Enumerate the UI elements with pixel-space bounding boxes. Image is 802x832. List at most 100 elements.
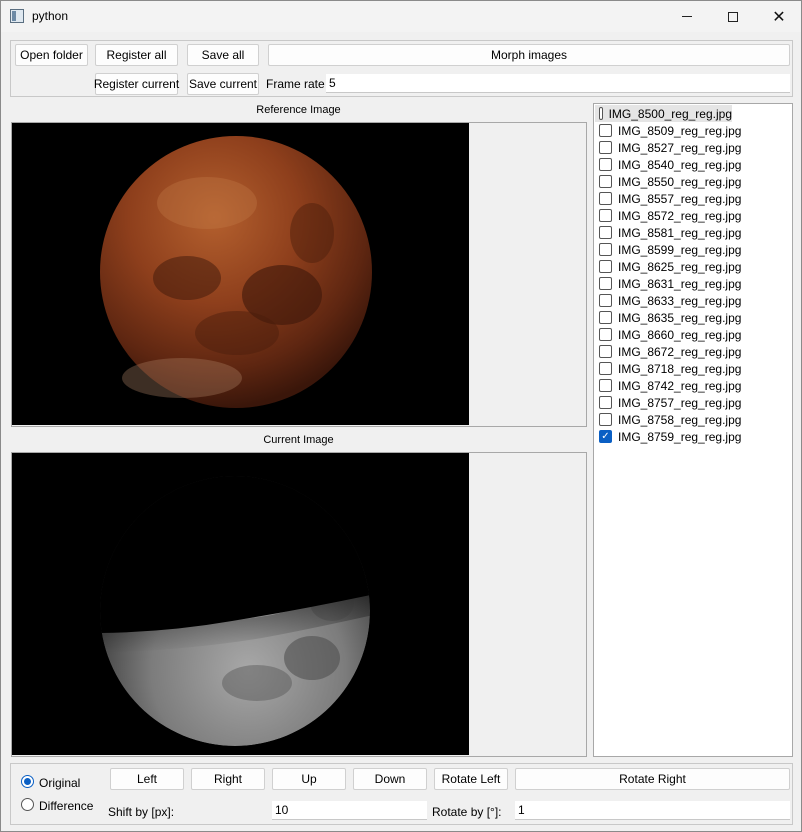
morph-images-button[interactable]: Morph images [268, 44, 790, 66]
file-checkbox[interactable]: ✓ [599, 430, 612, 443]
file-name: IMG_8660_reg_reg.jpg [618, 327, 742, 342]
right-button[interactable]: Right [191, 768, 265, 790]
open-folder-button[interactable]: Open folder [15, 44, 88, 66]
file-checkbox[interactable] [599, 345, 612, 358]
file-name: IMG_8572_reg_reg.jpg [618, 208, 742, 223]
file-name: IMG_8527_reg_reg.jpg [618, 140, 742, 155]
file-name: IMG_8742_reg_reg.jpg [618, 378, 742, 393]
list-item[interactable]: IMG_8718_reg_reg.jpg [595, 360, 741, 377]
list-item[interactable]: IMG_8633_reg_reg.jpg [595, 292, 741, 309]
file-checkbox[interactable] [599, 294, 612, 307]
file-name: IMG_8759_reg_reg.jpg [618, 429, 742, 444]
rotate-by-input[interactable]: 1 [515, 801, 790, 820]
file-checkbox[interactable] [599, 124, 612, 137]
reference-moon-image [12, 123, 469, 425]
file-name: IMG_8557_reg_reg.jpg [618, 191, 742, 206]
list-item[interactable]: IMG_8509_reg_reg.jpg [595, 122, 741, 139]
rotate-by-label: Rotate by [°]: [432, 805, 502, 819]
maximize-icon [728, 11, 738, 22]
file-name: IMG_8718_reg_reg.jpg [618, 361, 742, 376]
up-button[interactable]: Up [272, 768, 346, 790]
maximize-button[interactable] [710, 1, 756, 32]
file-checkbox[interactable] [599, 107, 603, 120]
file-name: IMG_8625_reg_reg.jpg [618, 259, 742, 274]
reference-image-title: Reference Image [256, 104, 341, 116]
file-name: IMG_8757_reg_reg.jpg [618, 395, 742, 410]
close-button[interactable]: ✕ [756, 1, 802, 32]
file-checkbox[interactable] [599, 226, 612, 239]
list-item[interactable]: IMG_8500_reg_reg.jpg [595, 105, 732, 122]
main-window: python ✕ Open folder Register all Save a… [0, 0, 802, 832]
current-image-frame [11, 452, 587, 757]
file-name: IMG_8672_reg_reg.jpg [618, 344, 742, 359]
list-item[interactable]: IMG_8527_reg_reg.jpg [595, 139, 741, 156]
register-current-button[interactable]: Register current [94, 73, 179, 95]
register-all-button[interactable]: Register all [95, 44, 178, 66]
list-item[interactable]: IMG_8572_reg_reg.jpg [595, 207, 741, 224]
current-moon-image [12, 453, 469, 755]
list-item[interactable]: IMG_8635_reg_reg.jpg [595, 309, 741, 326]
file-checkbox[interactable] [599, 141, 612, 154]
window-title: python [32, 9, 69, 23]
close-icon: ✕ [772, 8, 786, 26]
file-name: IMG_8509_reg_reg.jpg [618, 123, 742, 138]
list-item[interactable]: IMG_8540_reg_reg.jpg [595, 156, 741, 173]
file-checkbox[interactable] [599, 277, 612, 290]
list-item[interactable]: IMG_8550_reg_reg.jpg [595, 173, 741, 190]
controls-group: Original Difference Left Right Up Down R… [10, 763, 793, 825]
file-name: IMG_8633_reg_reg.jpg [618, 293, 742, 308]
rotate-right-button[interactable]: Rotate Right [515, 768, 790, 790]
file-checkbox[interactable] [599, 175, 612, 188]
file-list[interactable]: IMG_8500_reg_reg.jpg IMG_8509_reg_reg.jpg… [593, 103, 793, 757]
current-image-title: Current Image [263, 434, 334, 446]
file-checkbox[interactable] [599, 260, 612, 273]
reference-image-frame [11, 122, 587, 427]
file-name: IMG_8581_reg_reg.jpg [618, 225, 742, 240]
list-item[interactable]: IMG_8557_reg_reg.jpg [595, 190, 741, 207]
frame-rate-input[interactable]: 5 [326, 74, 790, 93]
original-radio[interactable] [21, 775, 34, 788]
file-checkbox[interactable] [599, 243, 612, 256]
rotate-left-button[interactable]: Rotate Left [434, 768, 508, 790]
list-item[interactable]: IMG_8757_reg_reg.jpg [595, 394, 741, 411]
file-name: IMG_8599_reg_reg.jpg [618, 242, 742, 257]
frame-rate-label: Frame rate [266, 77, 325, 91]
app-icon [10, 9, 24, 23]
file-checkbox[interactable] [599, 362, 612, 375]
save-current-button[interactable]: Save current [187, 73, 259, 95]
shift-by-input[interactable]: 10 [272, 801, 427, 820]
list-item[interactable]: IMG_8581_reg_reg.jpg [595, 224, 741, 241]
shift-by-label: Shift by [px]: [108, 805, 175, 819]
file-checkbox[interactable] [599, 311, 612, 324]
save-all-button[interactable]: Save all [187, 44, 259, 66]
left-button[interactable]: Left [110, 768, 184, 790]
file-name: IMG_8550_reg_reg.jpg [618, 174, 742, 189]
difference-label: Difference [39, 799, 94, 813]
down-button[interactable]: Down [353, 768, 427, 790]
file-checkbox[interactable] [599, 328, 612, 341]
file-checkbox[interactable] [599, 379, 612, 392]
list-item[interactable]: IMG_8758_reg_reg.jpg [595, 411, 741, 428]
file-checkbox[interactable] [599, 209, 612, 222]
current-image [12, 453, 469, 755]
list-item[interactable]: IMG_8742_reg_reg.jpg [595, 377, 741, 394]
list-item[interactable]: IMG_8660_reg_reg.jpg [595, 326, 741, 343]
difference-radio[interactable] [21, 798, 34, 811]
minimize-button[interactable] [664, 1, 710, 32]
reference-image [12, 123, 469, 425]
list-item[interactable]: IMG_8631_reg_reg.jpg [595, 275, 741, 292]
file-name: IMG_8635_reg_reg.jpg [618, 310, 742, 325]
list-item[interactable]: IMG_8599_reg_reg.jpg [595, 241, 741, 258]
list-item[interactable]: IMG_8672_reg_reg.jpg [595, 343, 741, 360]
list-item[interactable]: ✓ IMG_8759_reg_reg.jpg [595, 428, 741, 445]
file-name: IMG_8540_reg_reg.jpg [618, 157, 742, 172]
file-checkbox[interactable] [599, 413, 612, 426]
file-name: IMG_8500_reg_reg.jpg [608, 106, 732, 121]
minimize-icon [682, 16, 692, 17]
file-checkbox[interactable] [599, 192, 612, 205]
title-bar: python ✕ [1, 1, 801, 32]
list-item[interactable]: IMG_8625_reg_reg.jpg [595, 258, 741, 275]
file-name: IMG_8631_reg_reg.jpg [618, 276, 742, 291]
file-checkbox[interactable] [599, 396, 612, 409]
file-checkbox[interactable] [599, 158, 612, 171]
